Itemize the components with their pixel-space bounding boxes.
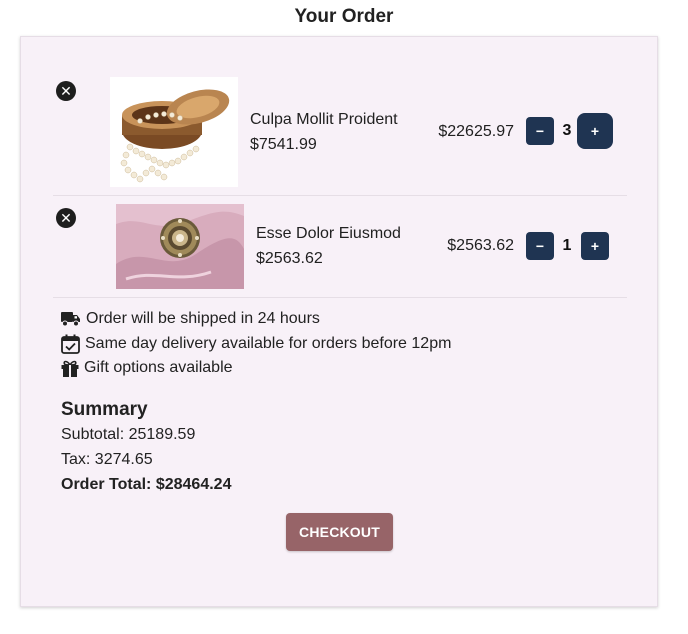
subtotal-value: 25189.59 <box>128 426 196 443</box>
order-total-line: Order Total: $28464.24 <box>61 476 231 494</box>
item-2-quantity: 1 <box>562 237 572 254</box>
item-1-line-total: $22625.97 <box>438 123 514 140</box>
shipping-info: Order will be shipped in 24 hours <box>61 310 320 328</box>
shipping-text: Order will be shipped in 24 hours <box>86 310 320 327</box>
item-1-unit-price: $7541.99 <box>250 136 317 153</box>
item-2-increment-button[interactable]: + <box>581 232 609 260</box>
tax-value: 3274.65 <box>94 451 153 468</box>
tax-line: Tax: 3274.65 <box>61 451 153 469</box>
tax-label: Tax: <box>61 451 95 468</box>
item-2-name: Esse Dolor Eiusmod <box>256 225 401 242</box>
gift-text: Gift options available <box>84 359 233 376</box>
item-1-name: Culpa Mollit Proident <box>250 111 398 128</box>
delivery-info: Same day delivery available for orders b… <box>61 334 451 354</box>
order-total-label: Order Total: <box>61 476 156 493</box>
subtotal-line: Subtotal: 25189.59 <box>61 426 195 444</box>
gift-icon <box>61 360 79 377</box>
subtotal-label: Subtotal: <box>61 426 129 443</box>
item-divider <box>53 297 627 298</box>
x-circle-icon: ✕ <box>60 210 72 226</box>
item-1-quantity: 3 <box>562 122 572 139</box>
item-divider <box>53 195 627 196</box>
item-1-decrement-button[interactable]: − <box>526 117 554 145</box>
page-title: Your Order <box>294 6 394 27</box>
item-1-increment-button[interactable]: + <box>577 113 613 149</box>
truck-icon <box>61 312 80 327</box>
item-2-decrement-button[interactable]: − <box>526 232 554 260</box>
item-2-image <box>116 204 244 289</box>
remove-item-2-button[interactable]: ✕ <box>56 208 76 228</box>
calendar-check-icon <box>61 334 80 354</box>
delivery-text: Same day delivery available for orders b… <box>85 335 452 352</box>
order-total-value: $28464.24 <box>155 476 232 493</box>
order-card: ✕ Culpa Mollit Proident $7541.99 $22625.… <box>20 36 658 607</box>
item-2-line-total: $2563.62 <box>447 237 514 254</box>
summary-title: Summary <box>61 399 148 420</box>
item-2-unit-price: $2563.62 <box>256 250 323 267</box>
item-1-image <box>110 77 238 187</box>
remove-item-1-button[interactable]: ✕ <box>56 81 76 101</box>
checkout-button[interactable]: CHECKOUT <box>286 513 393 551</box>
x-circle-icon: ✕ <box>60 83 72 99</box>
gift-info: Gift options available <box>61 359 233 377</box>
